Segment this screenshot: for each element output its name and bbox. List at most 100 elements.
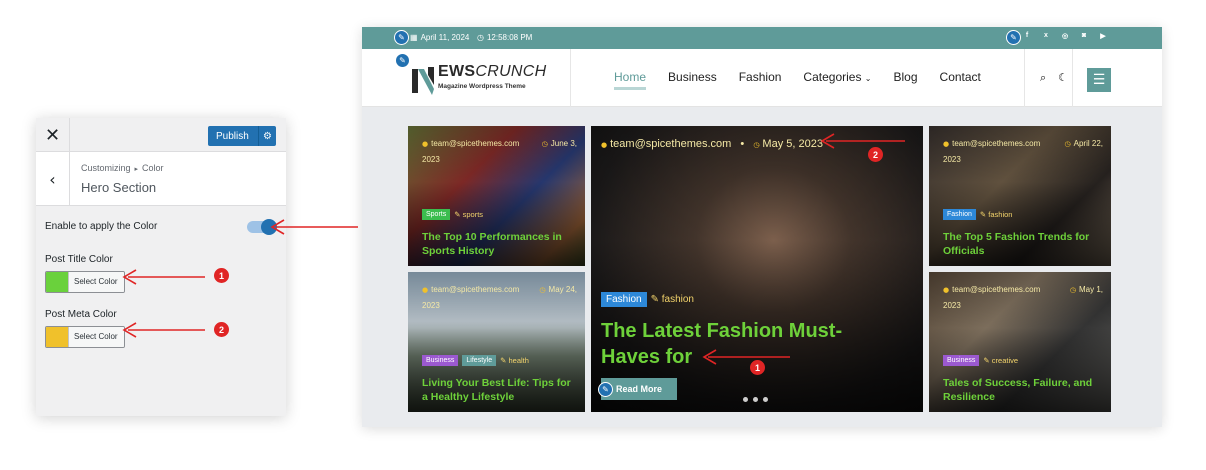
post-card-sports[interactable]: ● team@spicethemes.com ◷ June 3, 2023 Sports… [408, 126, 585, 266]
post-tags: Sports ✎ sports [422, 209, 483, 220]
post-date-year: 2023 [422, 155, 440, 164]
x-twitter-icon[interactable]: x [1041, 32, 1051, 40]
youtube-icon[interactable]: ▶ [1098, 32, 1108, 40]
customizer-panel: ✕ Publish ⚙ ‹ Customizing ▸ Color Hero Sec… [36, 118, 286, 416]
customizer-toolbar: ✕ Publish ⚙ [36, 118, 286, 152]
tag-text: fashion [988, 210, 1013, 219]
category-badge[interactable]: Business [943, 355, 980, 366]
callout-badge: 1 [214, 268, 229, 283]
tag-link[interactable]: ✎ fashion [980, 210, 1013, 219]
category-badge[interactable]: Business [422, 355, 459, 366]
tag-text: sports [462, 210, 484, 219]
tag-text: health [508, 356, 529, 365]
topbar-date: ▦ April 11, 2024 [410, 33, 469, 42]
header-divider [1072, 49, 1073, 107]
post-title-color-label: Post Title Color [45, 254, 113, 265]
category-badge[interactable]: Fashion [601, 292, 647, 307]
callout-badge: 2 [868, 147, 883, 162]
category-badge[interactable]: Lifestyle [462, 355, 497, 366]
logo-tagline: Magazine Wordpress Theme [438, 83, 526, 90]
tag-link[interactable]: ✎ health [500, 356, 529, 365]
edit-pencil-icon[interactable]: ✎ [1006, 30, 1021, 45]
post-card-business[interactable]: ● team@spicethemes.com ◷ May 1, 2023 Busines… [929, 272, 1111, 412]
logo-n-icon[interactable] [410, 63, 436, 97]
clock-icon: ◷ [753, 141, 760, 149]
post-title[interactable]: The Top 10 Performances in Sports Histor… [422, 230, 577, 258]
controls-area: Enable to apply the Color Post Title Col… [36, 206, 286, 352]
user-icon: ● [943, 140, 950, 148]
breadcrumb-item: Customizing [81, 163, 131, 173]
moon-icon[interactable]: ☾ [1058, 71, 1068, 85]
close-icon[interactable]: ✕ [36, 118, 70, 152]
menu-icon[interactable]: ☰ [1087, 68, 1111, 92]
search-icon[interactable]: ⌕ [1040, 71, 1046, 85]
chevron-down-icon: ⌄ [864, 74, 872, 83]
category-badge[interactable]: Sports [422, 209, 451, 220]
post-tags: Fashion ✎ fashion [943, 209, 1012, 220]
post-title[interactable]: The Top 5 Fashion Trends for Officials [943, 230, 1103, 258]
tag-link[interactable]: ✎ fashion [651, 294, 694, 305]
apply-color-toggle[interactable] [247, 219, 277, 235]
post-date: May 24, [548, 285, 577, 294]
post-date: May 5, 2023 [762, 138, 823, 150]
callout-badge: 1 [750, 360, 765, 375]
select-color-label: Select Color [68, 327, 124, 347]
post-date-year: 2023 [422, 301, 440, 310]
post-card-fashion[interactable]: ● team@spicethemes.com ◷ April 22, 2023 Fash… [929, 126, 1111, 266]
slider-dot[interactable] [763, 397, 768, 402]
breadcrumb-item: Color [142, 163, 164, 173]
slider-dots [743, 397, 768, 402]
nav-home[interactable]: Home [614, 70, 646, 90]
user-icon: ● [422, 286, 429, 294]
post-author: team@spicethemes.com [952, 139, 1041, 148]
logo-name-bold: EWS [438, 63, 476, 80]
user-icon: ● [943, 286, 950, 294]
post-title-color-button[interactable]: Select Color [45, 271, 125, 293]
post-author: team@spicethemes.com [431, 139, 520, 148]
clock-icon: ◷ [1064, 140, 1071, 148]
color-swatch [46, 327, 68, 347]
clock-icon: ◷ [539, 286, 546, 294]
category-badge[interactable]: Fashion [943, 209, 976, 220]
header-icons: ⌕ ☾ [1040, 71, 1068, 85]
post-title[interactable]: Tales of Success, Failure, and Resilienc… [943, 376, 1103, 404]
pinterest-icon[interactable]: ◎ [1060, 32, 1070, 40]
back-arrow-icon[interactable]: ‹ [36, 152, 70, 206]
facebook-icon[interactable]: f [1022, 32, 1032, 40]
user-icon: ● [422, 140, 429, 148]
gear-icon[interactable]: ⚙ [258, 126, 276, 146]
nav-categories[interactable]: Categories ⌄ [803, 70, 871, 90]
tag-text: fashion [661, 294, 694, 305]
post-title[interactable]: Living Your Best Life: Tips for a Health… [422, 376, 577, 404]
slider-dot[interactable] [753, 397, 758, 402]
tag-icon: ✎ [979, 210, 987, 219]
logo-wordmark[interactable]: EWSCRUNCH [438, 63, 547, 81]
logo-name-italic: CRUNCH [475, 63, 547, 80]
tag-link[interactable]: ✎ creative [983, 356, 1018, 365]
nav-fashion[interactable]: Fashion [739, 70, 782, 90]
nav-business[interactable]: Business [668, 70, 717, 90]
post-meta-color-button[interactable]: Select Color [45, 326, 125, 348]
edit-pencil-icon[interactable]: ✎ [598, 382, 613, 397]
post-meta: ● team@spicethemes.com ◷ May 1, 2023 [943, 282, 1103, 314]
post-tags: Business Lifestyle ✎ health [422, 355, 529, 366]
edit-pencil-icon[interactable]: ✎ [394, 30, 409, 45]
post-title[interactable]: The Latest Fashion Must-Haves for [601, 318, 863, 370]
publish-button[interactable]: Publish ⚙ [208, 126, 276, 146]
post-card-lifestyle[interactable]: ● team@spicethemes.com ◷ May 24, 2023 Busine… [408, 272, 585, 412]
nav-blog[interactable]: Blog [894, 70, 918, 90]
post-meta: ● team@spicethemes.com ◷ June 3, 2023 [422, 136, 577, 168]
tag-link[interactable]: ✎ sports [454, 210, 483, 219]
section-header: ‹ Customizing ▸ Color Hero Section [36, 152, 286, 206]
post-date: May 1, [1078, 285, 1103, 294]
nav-contact[interactable]: Contact [940, 70, 981, 90]
nav-categories-label: Categories [803, 70, 862, 84]
edit-pencil-icon[interactable]: ✎ [395, 53, 410, 68]
select-color-label: Select Color [68, 272, 124, 292]
breadcrumb: Customizing ▸ Color [81, 163, 164, 173]
slider-dot[interactable] [743, 397, 748, 402]
tag-icon: ✎ [983, 356, 990, 365]
clock-icon: ◷ [541, 140, 548, 148]
meta-separator: • [740, 138, 745, 150]
instagram-icon[interactable]: ◙ [1079, 32, 1089, 40]
